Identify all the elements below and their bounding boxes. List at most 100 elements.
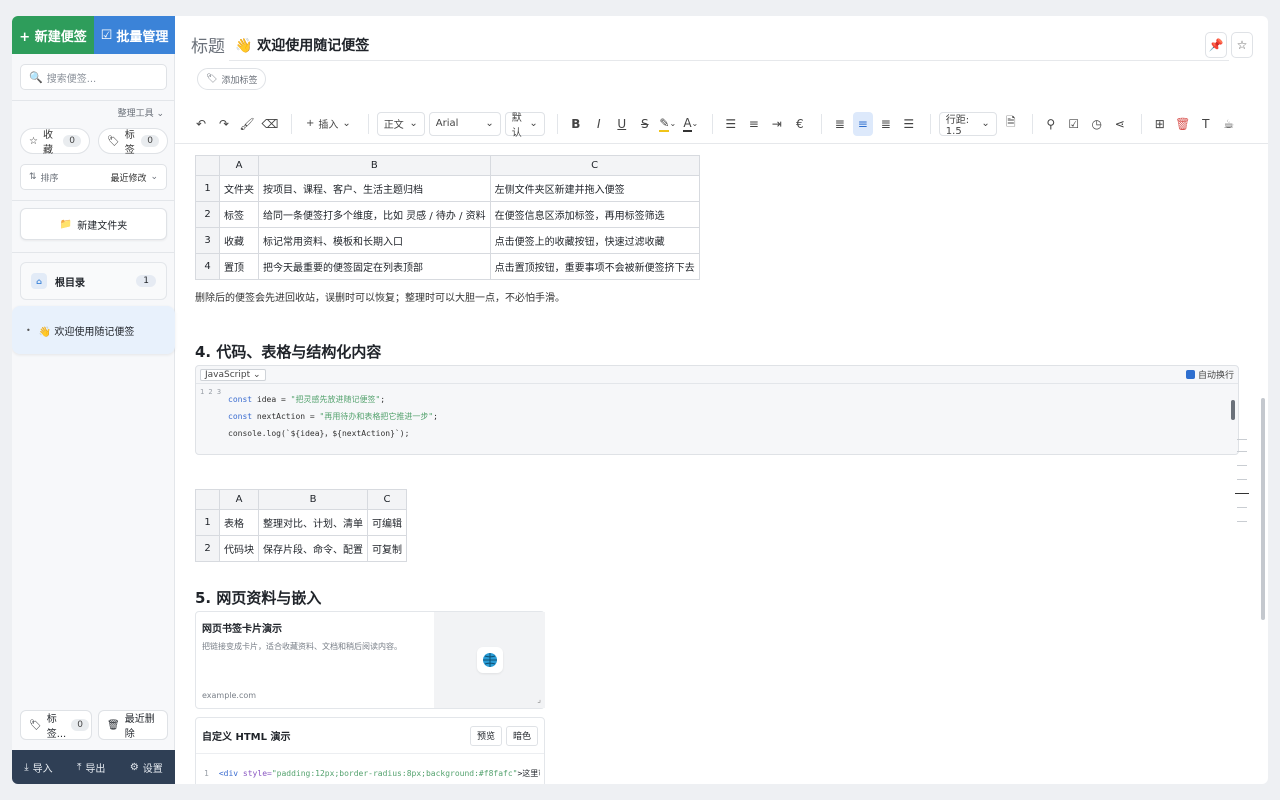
insert-menu[interactable]: + 插入 ⌄ (300, 112, 357, 136)
heading-5: 5. 网页资料与嵌入 (195, 589, 322, 607)
new-note-button[interactable]: + 新建便签 (12, 16, 94, 54)
table-1[interactable]: A B C 1 文件夹 按项目、课程、客户、生活主题归档 左侧文件夹区新建并拖入… (195, 155, 700, 280)
document-icon: 🗎 (1005, 115, 1016, 129)
delete-button[interactable]: 🗑 (1173, 112, 1193, 136)
line-height-select[interactable]: 行距: 1.5 ⌄ (938, 111, 997, 137)
bullet-list-button[interactable]: ☰ (721, 112, 741, 136)
pin-button[interactable]: 📌 (1205, 32, 1227, 58)
outline-marker[interactable] (1237, 439, 1247, 440)
recent-deleted-button[interactable]: 🗑 最近删除 (98, 710, 168, 740)
table-cell[interactable]: 表格 (219, 509, 259, 536)
font-select[interactable]: Arial ⌄ (428, 111, 501, 136)
code-block[interactable]: JavaScript ⌄ 自动换行 1 2 3 const idea = "把灵… (195, 365, 1239, 455)
import-button[interactable]: ⤓ 导入 (24, 760, 52, 775)
share-button[interactable]: ⋖ (1110, 112, 1130, 136)
table-cell[interactable]: 点击置顶按钮，重要事项不会被新便签挤下去 (489, 253, 700, 280)
favorite-button[interactable]: ☆ (1231, 32, 1253, 58)
code-scrollbar[interactable] (1230, 386, 1236, 454)
preview-button[interactable]: 预览 (469, 725, 502, 746)
scroll-thumb[interactable] (1231, 400, 1235, 420)
italic-button[interactable]: I (589, 112, 609, 136)
document-button[interactable]: 🗎 (1001, 112, 1021, 136)
history-button[interactable]: ◷ (1087, 112, 1107, 136)
table-cell[interactable]: 把今天最重要的便签固定在列表顶部 (258, 253, 491, 280)
outline-marker[interactable] (1237, 451, 1247, 452)
table-cell[interactable]: 在便签信息区添加标签，再用标签筛选 (489, 201, 700, 228)
table-cell[interactable]: 给同一条便签打多个维度，比如 灵感 / 待办 / 资料 (258, 201, 491, 228)
chevron-down-icon: ⌄ (485, 118, 494, 129)
search-input[interactable]: 🔍 搜索便签... (20, 64, 167, 90)
folder-root[interactable]: ⌂ 根目录 1 (20, 262, 167, 300)
text-style-button[interactable]: T (1196, 112, 1216, 136)
wrap-toggle[interactable]: 自动换行 (1185, 368, 1234, 381)
dark-mode-button[interactable]: 暗色 (505, 725, 538, 746)
table-cell[interactable]: 文件夹 (219, 175, 259, 202)
table-cell[interactable]: 点击便签上的收藏按钮，快速过滤收藏 (489, 227, 700, 254)
highlight-button[interactable]: ✎ ⌄ (658, 112, 678, 136)
table-cell[interactable]: 左侧文件夹区新建并拖入便签 (489, 175, 700, 202)
underline-button[interactable]: U (612, 112, 632, 136)
outdent-button[interactable]: € (790, 112, 810, 136)
batch-manage-button[interactable]: ☑ 批量管理 (94, 16, 175, 54)
table-cell[interactable]: 整理对比、计划、清单 (258, 509, 368, 536)
sort-select[interactable]: ⇅ 排序 最近修改 ⌄ (20, 164, 167, 190)
language-select[interactable]: JavaScript ⌄ (200, 368, 266, 381)
outline-marker[interactable] (1237, 479, 1247, 480)
table-cell[interactable]: 代码块 (219, 535, 259, 562)
settings-button[interactable]: ⚙ 设置 (130, 760, 163, 775)
find-button[interactable]: ⚲ (1041, 112, 1061, 136)
table-cell[interactable]: 置顶 (219, 253, 259, 280)
row-index: 3 (195, 227, 220, 254)
line-height-value: 行距: 1.5 (945, 114, 970, 137)
tools-dropdown[interactable]: 整理工具 ⌄ (118, 106, 164, 119)
strikethrough-button[interactable]: S (635, 112, 655, 136)
add-tag-label: 添加标签 (221, 75, 258, 86)
font-color-button[interactable]: A ⌄ (681, 112, 701, 136)
tags-filter[interactable]: 🏷 标签 0 (98, 128, 168, 156)
table-cell[interactable]: 收藏 (219, 227, 259, 254)
indent-button[interactable]: ⇥ (767, 112, 787, 136)
outline-marker[interactable] (1237, 521, 1247, 522)
table-2[interactable]: A B C 1 表格 整理对比、计划、清单 可编辑 2 代码块 保存片段、命令、… (195, 489, 407, 562)
align-right-button[interactable]: ≣ (876, 112, 896, 136)
todo-button[interactable]: ☑ (1064, 112, 1084, 136)
outline-marker[interactable] (1237, 465, 1247, 466)
table-cell[interactable]: 标记常用资料、模板和长期入口 (258, 227, 491, 254)
align-justify-button[interactable]: ☰ (899, 112, 919, 136)
table-cell[interactable]: 可复制 (367, 535, 407, 562)
add-tag-button[interactable]: 🏷 添加标签 (197, 68, 267, 90)
table-cell[interactable]: 保存片段、命令、配置 (258, 535, 368, 562)
resize-handle-icon[interactable]: ⌟ (537, 695, 541, 704)
table-cell[interactable]: 按项目、课程、客户、生活主题归档 (258, 175, 491, 202)
table-cell[interactable]: 可编辑 (367, 509, 407, 536)
bookmark-card[interactable]: 网页书签卡片演示 把链接变成卡片，适合收藏资料、文档和稍后阅读内容。 examp… (195, 611, 545, 709)
paragraph-select[interactable]: 正文 ⌄ (376, 111, 425, 136)
note-list-item[interactable]: • 👋 欢迎使用随记便签 (12, 306, 175, 354)
undo-button[interactable]: ↶ (191, 112, 211, 136)
page-scrollbar-thumb[interactable] (1261, 398, 1265, 620)
html-embed-card[interactable]: 自定义 HTML 演示 预览 暗色 1 <div style="padding:1… (195, 717, 545, 784)
sidebar: + 新建便签 ☑ 批量管理 🔍 搜索便签... 整理工具 ⌄ ☆ 收藏 0 🏷 … (12, 16, 175, 784)
align-left-button[interactable]: ≣ (830, 112, 850, 136)
table-cell[interactable]: 标签 (219, 201, 259, 228)
favorites-filter[interactable]: ☆ 收藏 0 (20, 128, 90, 156)
ordered-list-button[interactable]: ≡ (744, 112, 764, 136)
code-text: nextAction = (252, 412, 320, 421)
code-text: ; (433, 412, 438, 421)
outline-marker-active[interactable] (1235, 493, 1249, 494)
redo-button[interactable]: ↷ (214, 112, 234, 136)
clear-format-button[interactable]: ⌫ (260, 112, 280, 136)
sort-value: 最近修改 (110, 173, 147, 184)
tag-filter-button[interactable]: 🏷 标签... 0 (20, 710, 92, 740)
font-size-select[interactable]: 默认 ⌄ (504, 111, 545, 139)
bold-button[interactable]: B (566, 112, 586, 136)
editor-content[interactable]: A B C 1 文件夹 按项目、课程、客户、生活主题归档 左侧文件夹区新建并拖入… (175, 145, 1268, 784)
cup-button[interactable]: ☕ (1219, 112, 1239, 136)
format-painter-button[interactable]: 🖌 (237, 112, 257, 136)
align-center-button[interactable]: ≡ (852, 111, 873, 136)
outline-marker[interactable] (1237, 507, 1247, 508)
export-button[interactable]: ⤒ 导出 (77, 760, 105, 775)
note-title-input[interactable]: 👋 欢迎使用随记便签 (235, 35, 369, 55)
move-folder-button[interactable]: ⊞ (1150, 112, 1170, 136)
new-folder-button[interactable]: 📁 新建文件夹 (20, 208, 167, 240)
